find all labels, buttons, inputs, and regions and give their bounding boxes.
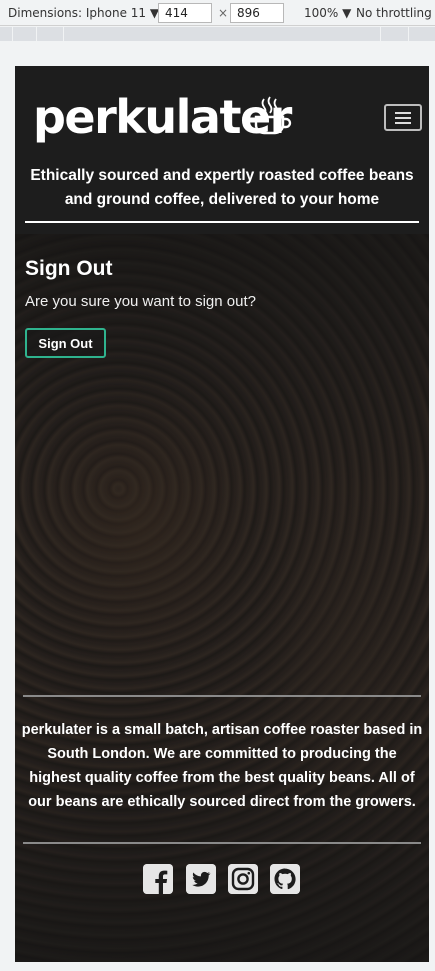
social-links — [15, 864, 429, 898]
width-input[interactable]: 414 — [158, 3, 212, 23]
header-divider — [25, 221, 419, 223]
throttling-select[interactable]: No throttling ▼ — [356, 6, 435, 20]
device-select[interactable]: Dimensions: Iphone 11 ▼ — [8, 6, 159, 20]
sign-out-button[interactable]: Sign Out — [25, 328, 106, 358]
site-tagline: Ethically sourced and expertly roasted c… — [30, 167, 414, 208]
twitter-icon[interactable] — [186, 864, 216, 894]
media-query-ruler — [0, 27, 435, 41]
height-input[interactable]: 896 — [230, 3, 284, 23]
confirm-message: Are you sure you want to sign out? — [25, 293, 256, 310]
devtools-toolbar: Dimensions: Iphone 11 ▼ 414 × 896 100% ▼… — [0, 0, 435, 26]
github-icon[interactable] — [270, 864, 300, 894]
about-text: perkulater is a small batch, artisan cof… — [21, 722, 423, 810]
coffee-cup-icon — [254, 96, 292, 135]
zoom-label: 100% — [304, 6, 339, 20]
page-title: Sign Out — [25, 257, 113, 280]
facebook-icon[interactable] — [143, 864, 173, 894]
zoom-select[interactable]: 100% ▼ — [304, 6, 351, 20]
throttling-label: No throttling — [356, 6, 432, 20]
instagram-icon[interactable] — [228, 864, 258, 894]
footer-divider-top — [23, 695, 421, 697]
device-label: Dimensions: Iphone 11 — [8, 6, 147, 20]
footer-divider-bottom — [23, 842, 421, 844]
signout-section: Sign Out Are you sure you want to sign o… — [25, 256, 419, 358]
menu-toggle-button[interactable] — [384, 104, 422, 131]
site-header: perkulater Ethically sourced and expertl… — [15, 66, 429, 234]
device-viewport: perkulater Ethically sourced and expertl… — [15, 66, 429, 962]
dropdown-arrow-icon: ▼ — [342, 6, 352, 20]
times-sign: × — [218, 6, 229, 20]
